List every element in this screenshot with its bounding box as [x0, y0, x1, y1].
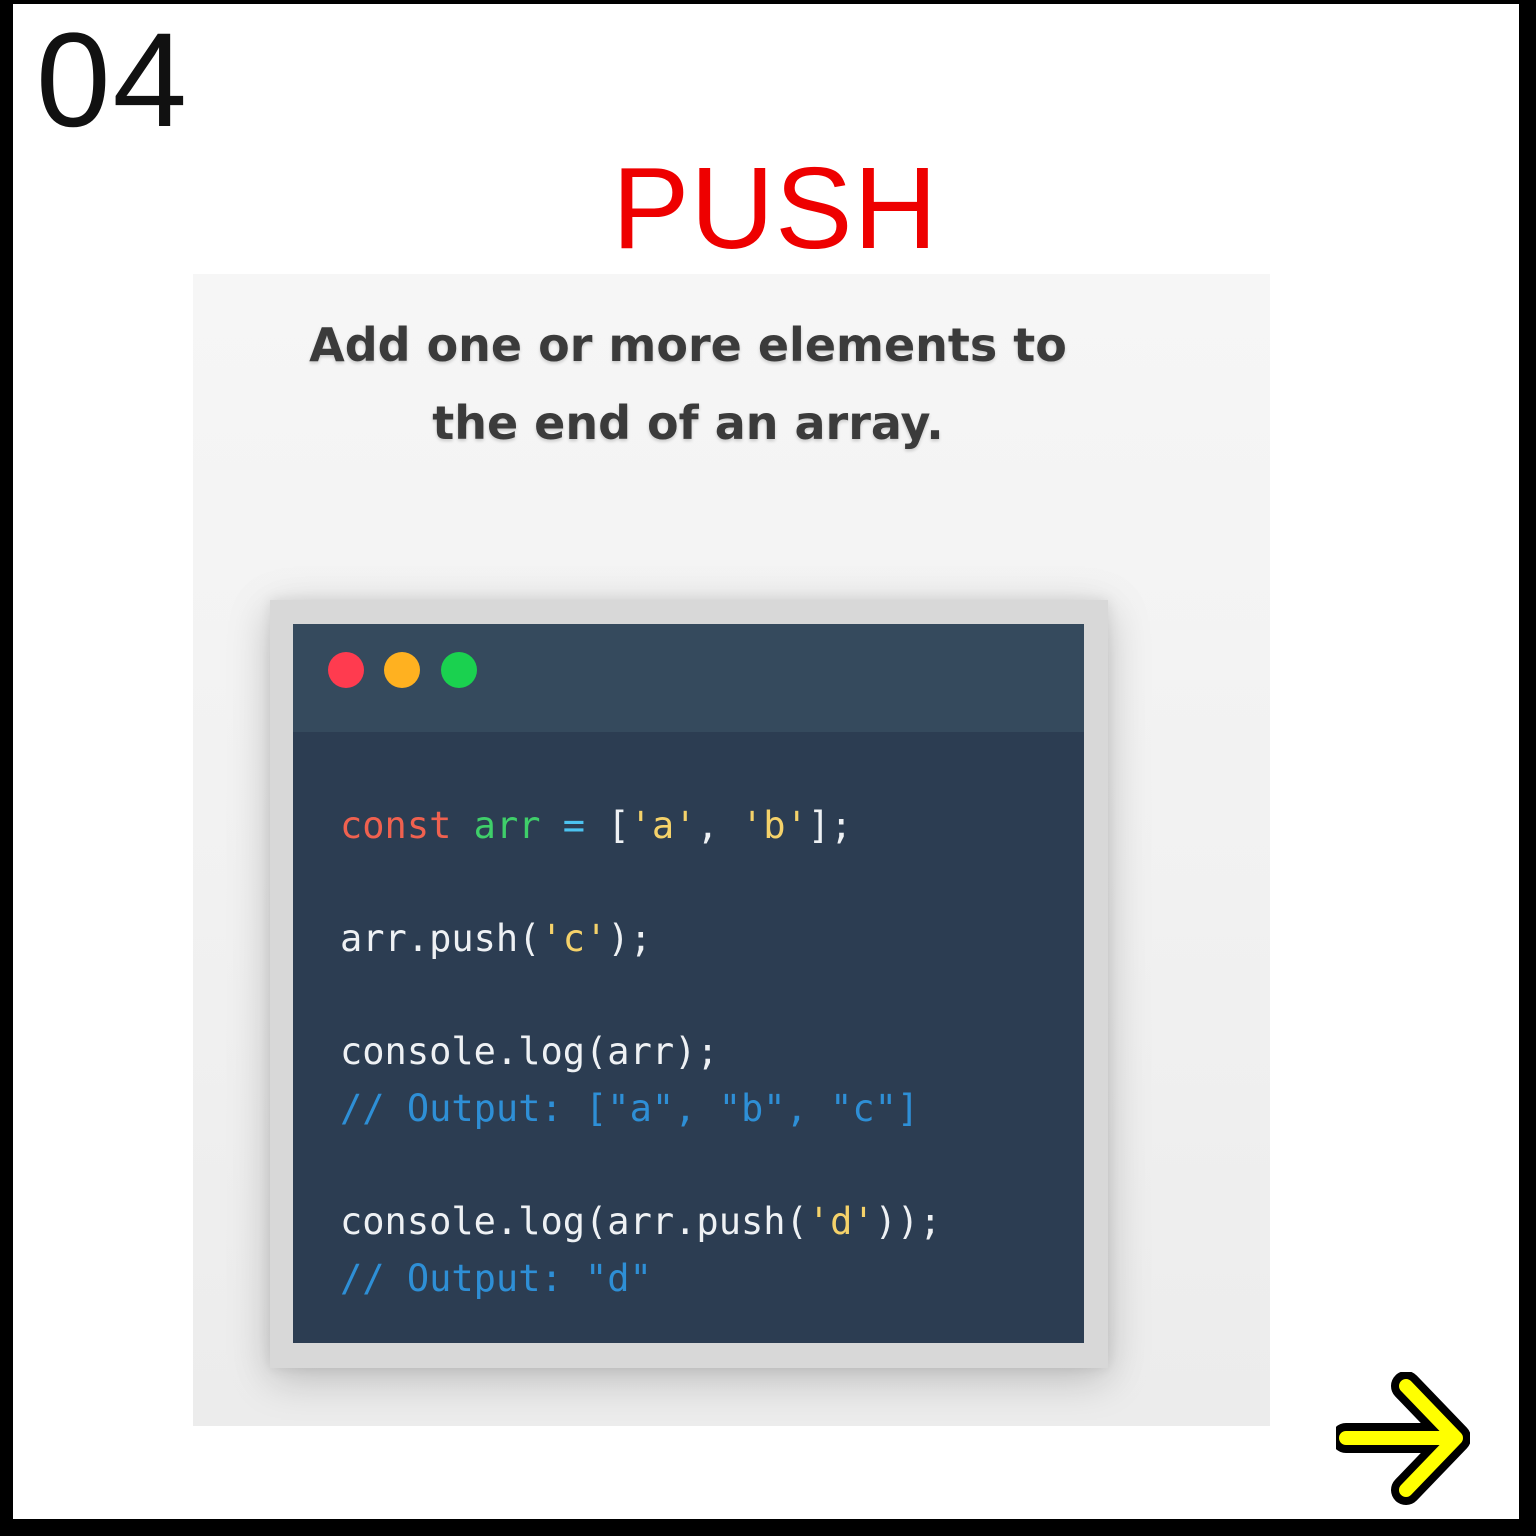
code-string: 'b' — [741, 804, 808, 847]
code-window: const arr = ['a', 'b']; arr.push('c'); c… — [293, 624, 1084, 1343]
arrow-right-icon[interactable] — [1331, 1371, 1471, 1506]
code-call: console.log(arr.push( — [340, 1200, 808, 1243]
close-dot-icon — [328, 652, 364, 688]
minimize-dot-icon — [384, 652, 420, 688]
code-string: 'd' — [807, 1200, 875, 1243]
code-line-2: arr.push('c'); — [340, 920, 652, 957]
content-card: Add one or more elements to the end of a… — [193, 274, 1270, 1426]
code-comment-1: // Output: ["a", "b", "c"] — [340, 1087, 920, 1130]
code-call: arr.push( — [340, 917, 541, 960]
maximize-dot-icon — [441, 652, 477, 688]
code-punct: ]; — [807, 804, 853, 847]
code-punct: )); — [874, 1200, 942, 1243]
code-keyword: const — [340, 804, 452, 847]
method-description: Add one or more elements to the end of a… — [193, 306, 1183, 462]
code-line-1: const arr = ['a', 'b']; — [340, 807, 852, 844]
slide-title: PUSH — [612, 143, 939, 273]
code-string: 'c' — [540, 917, 608, 960]
code-punct: , — [696, 804, 742, 847]
code-comment-2: // Output: "d" — [340, 1257, 652, 1300]
code-punct: ); — [607, 917, 652, 960]
code-line-3: console.log(arr); — [340, 1030, 719, 1073]
description-line-1: Add one or more elements to — [309, 318, 1067, 372]
code-window-title-bar — [293, 624, 1084, 732]
arrow-right-graphic — [1331, 1371, 1471, 1505]
code-operator: = — [562, 804, 586, 847]
code-variable: arr — [473, 804, 541, 847]
slide-number: 04 — [36, 6, 190, 155]
code-string: 'a' — [629, 804, 697, 847]
code-line-5: console.log(arr.push('d')); — [340, 1203, 941, 1240]
code-punct: [ — [607, 804, 630, 847]
description-line-2: the end of an array. — [432, 396, 944, 450]
